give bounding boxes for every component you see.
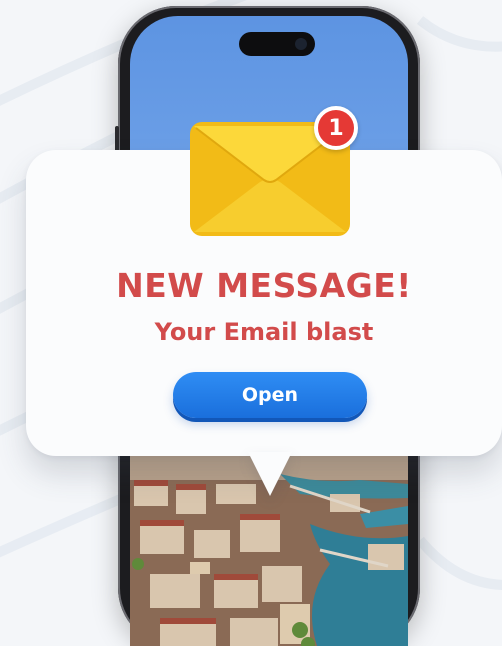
dynamic-island bbox=[239, 32, 315, 56]
camera-icon bbox=[295, 38, 307, 50]
notification-card-pointer bbox=[248, 452, 292, 496]
notification-badge: 1 bbox=[314, 106, 358, 150]
open-button[interactable]: Open bbox=[173, 372, 367, 418]
notification-title: NEW MESSAGE! bbox=[116, 266, 412, 305]
notification-subtitle: Your Email blast bbox=[154, 318, 374, 346]
